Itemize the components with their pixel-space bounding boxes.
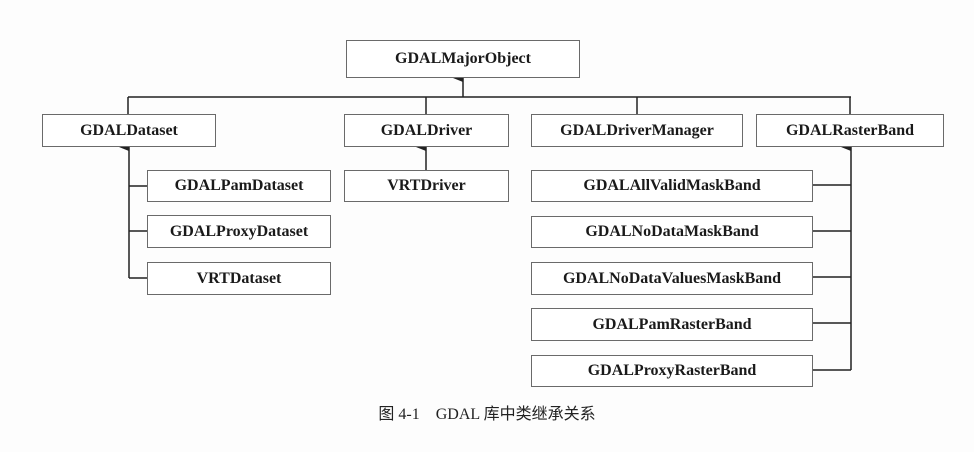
class-gdalproxydataset: GDALProxyDataset <box>147 215 331 248</box>
class-gdalnodatavaluesmaskband: GDALNoDataValuesMaskBand <box>531 262 813 295</box>
class-inheritance-diagram: GDALMajorObject GDALDataset GDALDriver G… <box>0 0 974 452</box>
class-gdalallvalidmaskband: GDALAllValidMaskBand <box>531 170 813 202</box>
class-gdaldrivermanager: GDALDriverManager <box>531 114 743 147</box>
class-vrtdataset: VRTDataset <box>147 262 331 295</box>
class-gdalmajorobject: GDALMajorObject <box>346 40 580 78</box>
class-gdalrasterband: GDALRasterBand <box>756 114 944 147</box>
class-gdaldriver: GDALDriver <box>344 114 509 147</box>
class-gdalpamdataset: GDALPamDataset <box>147 170 331 202</box>
figure-caption: 图 4-1 GDAL 库中类继承关系 <box>378 406 596 423</box>
class-gdaldataset: GDALDataset <box>42 114 216 147</box>
class-vrtdriver: VRTDriver <box>344 170 509 202</box>
class-gdalnodatamaskband: GDALNoDataMaskBand <box>531 216 813 248</box>
class-gdalproxyrasterband: GDALProxyRasterBand <box>531 355 813 387</box>
class-gdalpamrasterband: GDALPamRasterBand <box>531 308 813 341</box>
